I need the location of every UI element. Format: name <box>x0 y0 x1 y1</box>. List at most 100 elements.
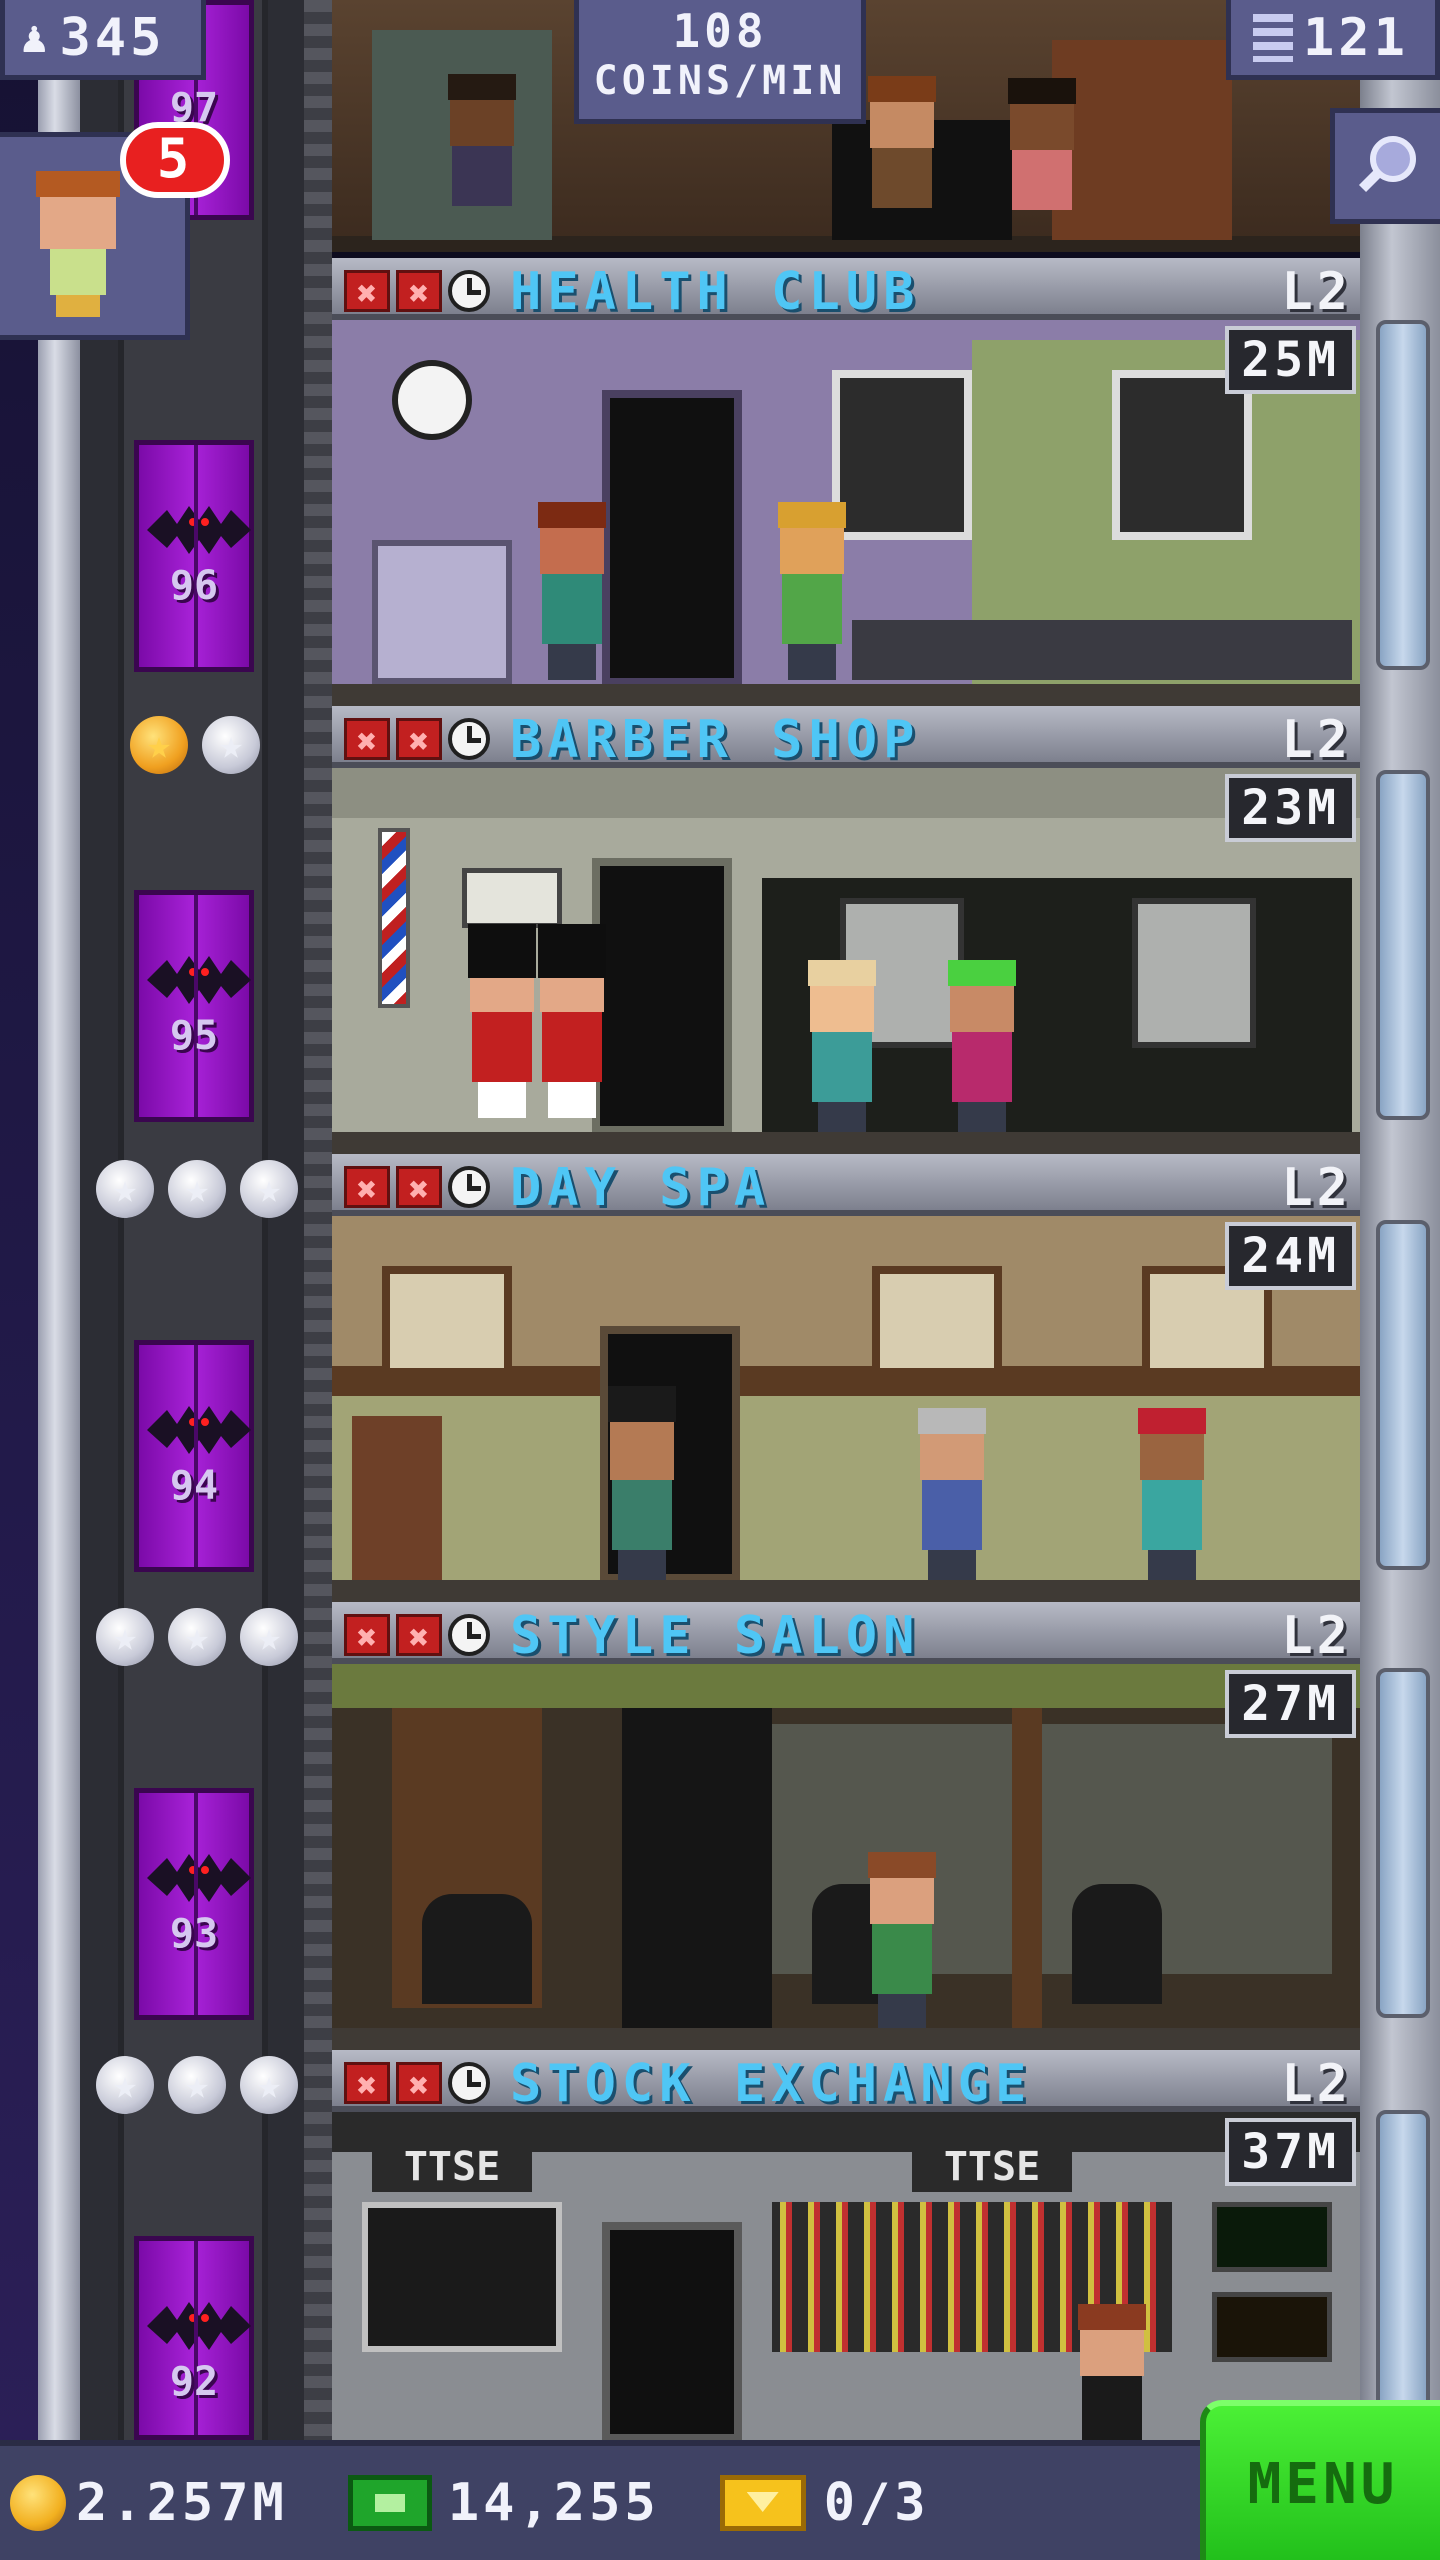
silver-star-icon: ★ <box>240 1160 298 1218</box>
tower-left-wall <box>38 0 80 2440</box>
population-counter[interactable]: ♟ 345 <box>0 0 206 80</box>
gold-star-icon: ★ <box>130 716 188 774</box>
tickets-value[interactable]: 0/3 <box>824 2473 930 2533</box>
golden-ticket-icon <box>719 2475 806 2531</box>
floor-header[interactable]: ✖ ✖ STYLE SALON L2 <box>332 1602 1360 1666</box>
coins-per-min-unit: COINS/MIN <box>593 58 847 104</box>
floor-header[interactable]: ✖ ✖ DAY SPA L2 <box>332 1154 1360 1218</box>
visitor-person[interactable] <box>802 960 882 1138</box>
visitor-person[interactable] <box>1132 1408 1212 1586</box>
elevator-door-96[interactable]: 96 <box>134 440 254 672</box>
floor-barber-shop[interactable]: ✖ ✖ BARBER SHOP L2 23M <box>332 706 1360 1154</box>
visitor-count-badge: 5 <box>120 122 230 198</box>
floor-level: L2 <box>1281 1606 1352 1666</box>
empty-stock-x-icon: ✖ <box>344 1166 390 1210</box>
room-style-salon-interior[interactable] <box>332 1664 1360 2050</box>
tower-window <box>1376 770 1430 1120</box>
floor-upgrade-cost[interactable]: 37M <box>1225 2118 1356 2186</box>
floor-header[interactable]: ✖ ✖ STOCK EXCHANGE L2 <box>332 2050 1360 2114</box>
empty-stock-x-icon: ✖ <box>396 2062 442 2106</box>
silver-star-icon: ★ <box>202 716 260 774</box>
bat-icon <box>147 2302 251 2350</box>
empty-stock-x-icon: ✖ <box>344 2062 390 2106</box>
floor-stars: ★ ★ ★ <box>96 2056 298 2114</box>
elevator-door-94[interactable]: 94 <box>134 1340 254 1572</box>
coin-icon <box>10 2475 66 2531</box>
bat-icon <box>147 1406 251 1454</box>
elevator-floor-number: 92 <box>169 2359 219 2405</box>
coins-value[interactable]: 2.257M <box>76 2473 288 2533</box>
elevator-door-92[interactable]: 92 <box>134 2236 254 2440</box>
floor-name: DAY SPA <box>510 1158 772 1218</box>
floor-count-button[interactable]: 121 <box>1226 0 1440 80</box>
empty-stock-x-icon: ✖ <box>396 1614 442 1658</box>
stock-timer-clock-icon <box>448 718 490 760</box>
visitor-person[interactable] <box>862 1852 942 2030</box>
floor-style-salon[interactable]: ✖ ✖ STYLE SALON L2 27M <box>332 1602 1360 2050</box>
elevator-floor-number: 93 <box>169 1911 219 1957</box>
tower-window <box>1376 320 1430 670</box>
floor-upgrade-cost[interactable]: 25M <box>1225 326 1356 394</box>
visitor-person[interactable] <box>532 502 612 680</box>
room-barber-shop-interior[interactable] <box>332 768 1360 1154</box>
visitor-person[interactable] <box>862 76 942 244</box>
room-health-club-interior[interactable] <box>332 320 1360 706</box>
building-icon <box>1253 13 1293 62</box>
elevator-floor-number: 96 <box>169 563 219 609</box>
coins-per-min-panel[interactable]: 108 COINS/MIN <box>574 0 866 124</box>
floor-upgrade-cost[interactable]: 27M <box>1225 1670 1356 1738</box>
wall-clock-icon <box>392 360 472 440</box>
room-day-spa-interior[interactable] <box>332 1216 1360 1602</box>
elevator-floor-number: 95 <box>169 1013 219 1059</box>
search-button[interactable] <box>1330 108 1440 224</box>
coins-per-min-value: 108 <box>672 4 768 58</box>
barber-pole-icon <box>378 828 410 1008</box>
stock-timer-clock-icon <box>448 270 490 312</box>
floor-day-spa[interactable]: ✖ ✖ DAY SPA L2 24M <box>332 1154 1360 1602</box>
floor-level: L2 <box>1281 1158 1352 1218</box>
visitor-person[interactable] <box>1002 78 1082 246</box>
floor-upgrade-cost[interactable]: 23M <box>1225 774 1356 842</box>
empty-stock-x-icon: ✖ <box>396 718 442 762</box>
menu-button[interactable]: MENU <box>1200 2400 1440 2560</box>
elevator-door-95[interactable]: 95 <box>134 890 254 1122</box>
floor-level: L2 <box>1281 262 1352 322</box>
empty-stock-x-icon: ✖ <box>344 1614 390 1658</box>
silver-star-icon: ★ <box>168 1608 226 1666</box>
room-stock-exchange-interior[interactable]: TTSE TTSE <box>332 2112 1360 2440</box>
floor-header[interactable]: ✖ ✖ HEALTH CLUB L2 <box>332 258 1360 322</box>
visitor-person[interactable] <box>772 502 852 680</box>
empty-stock-x-icon: ✖ <box>396 1166 442 1210</box>
visitor-person[interactable] <box>912 1408 992 1586</box>
elevator-floor-number: 94 <box>169 1463 219 1509</box>
visitor-person[interactable] <box>942 960 1022 1138</box>
floor-upgrade-cost[interactable]: 24M <box>1225 1222 1356 1290</box>
floor-name: STOCK EXCHANGE <box>510 2054 1033 2114</box>
space-background <box>0 0 40 2440</box>
visitor-person[interactable] <box>462 924 542 1118</box>
tower-window <box>1376 1220 1430 1570</box>
visitor-person[interactable] <box>532 924 612 1118</box>
person-icon: ♟ <box>21 12 52 63</box>
empty-stock-x-icon: ✖ <box>344 270 390 314</box>
elevator-door-93[interactable]: 93 <box>134 1788 254 2020</box>
floor-stars: ★ ★ <box>130 716 260 774</box>
visitor-person[interactable] <box>442 74 522 242</box>
visitor-avatar-icon <box>36 171 120 317</box>
stock-timer-clock-icon <box>448 1614 490 1656</box>
visitor-person[interactable] <box>602 1386 682 1586</box>
floor-header[interactable]: ✖ ✖ BARBER SHOP L2 <box>332 706 1360 770</box>
tower-window <box>1376 2110 1430 2410</box>
silver-star-icon: ★ <box>168 1160 226 1218</box>
floor-stock-exchange[interactable]: TTSE TTSE ✖ ✖ STOCK EXCHANGE L2 37M <box>332 2050 1360 2440</box>
floor-name: HEALTH CLUB <box>510 262 921 322</box>
floor-health-club[interactable]: ✖ ✖ HEALTH CLUB L2 25M <box>332 258 1360 706</box>
floor-name: BARBER SHOP <box>510 710 921 770</box>
visitor-person[interactable] <box>1072 2304 1152 2440</box>
silver-star-icon: ★ <box>240 1608 298 1666</box>
silver-star-icon: ★ <box>96 2056 154 2114</box>
silver-star-icon: ★ <box>96 1160 154 1218</box>
floor-level: L2 <box>1281 2054 1352 2114</box>
bux-value[interactable]: 14,255 <box>448 2473 660 2533</box>
empty-stock-x-icon: ✖ <box>344 718 390 762</box>
